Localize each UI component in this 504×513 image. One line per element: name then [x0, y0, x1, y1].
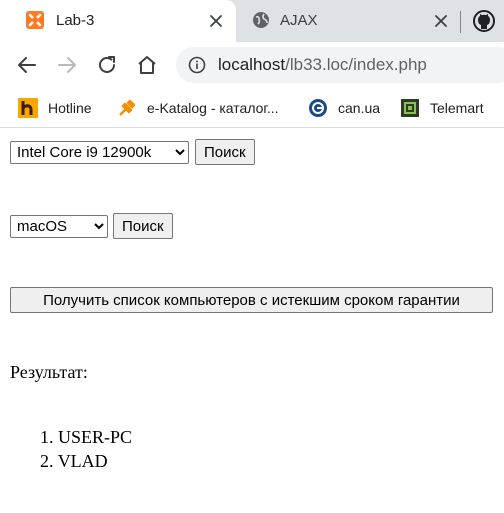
ekatalog-icon [119, 99, 136, 116]
list-item-number: 1. [40, 427, 54, 447]
site-info-icon[interactable] [188, 56, 206, 74]
bookmark-hotline[interactable]: Hotline [18, 96, 92, 120]
back-arrow-icon[interactable] [15, 53, 39, 77]
forward-arrow-icon[interactable] [55, 53, 79, 77]
tab-separator [460, 11, 461, 33]
tab-ajax[interactable]: AJAX [236, 0, 458, 42]
reload-icon[interactable] [95, 53, 119, 77]
result-list: 1. USER-PC 2. VLAD [40, 425, 132, 473]
tab-lab3[interactable]: Lab-3 [0, 0, 236, 42]
telemart-icon [401, 99, 419, 117]
list-item-name: VLAD [57, 451, 108, 471]
xampp-icon [26, 11, 44, 29]
list-item: 2. VLAD [40, 449, 132, 473]
os-search-button[interactable]: Поиск [113, 213, 173, 239]
close-tab-icon[interactable] [207, 12, 225, 30]
url-text: localhost/lb33.loc/index.php [218, 55, 427, 75]
globe-icon [253, 12, 269, 28]
home-icon[interactable] [135, 53, 159, 77]
expired-warranty-button[interactable]: Получить список компьютеров с истекшим с… [10, 287, 493, 313]
bookmark-label: Hotline [48, 100, 92, 116]
bookmark-telemart[interactable]: Telemart [400, 96, 484, 120]
bookmark-ekatalog[interactable]: e-Katalog - каталог... [117, 96, 279, 120]
list-item-name: USER-PC [58, 427, 133, 447]
bookmark-canua[interactable]: can.ua [308, 96, 380, 120]
os-select[interactable]: macOS [10, 215, 108, 238]
close-tab-icon[interactable] [432, 12, 450, 30]
list-item-number: 2. [40, 451, 54, 471]
list-item: 1. USER-PC [40, 425, 132, 449]
bookmark-label: e-Katalog - каталог... [147, 100, 279, 116]
result-label: Результат: [10, 362, 88, 382]
canua-icon [309, 99, 327, 117]
cpu-search-button[interactable]: Поиск [195, 139, 255, 165]
address-bar[interactable]: localhost/lb33.loc/index.php [176, 47, 504, 83]
url-host: localhost [218, 55, 286, 74]
tab-title: AJAX [280, 12, 318, 29]
tab-strip: Lab-3 AJAX [0, 0, 504, 42]
bookmark-label: Telemart [430, 100, 484, 116]
tab-title: Lab-3 [56, 12, 95, 29]
github-icon[interactable] [473, 10, 495, 32]
url-path: /lb33.loc/index.php [285, 55, 427, 74]
bookmarks-bar: Hotline e-Katalog - каталог... can.ua Te… [0, 88, 504, 128]
cpu-select[interactable]: Intel Core i9 12900k [10, 141, 189, 164]
bookmark-label: can.ua [338, 100, 381, 116]
hotline-icon [18, 98, 38, 118]
browser-toolbar: localhost/lb33.loc/index.php [0, 42, 504, 88]
page-content: Intel Core i9 12900k Поиск macOS Поиск П… [0, 129, 504, 513]
